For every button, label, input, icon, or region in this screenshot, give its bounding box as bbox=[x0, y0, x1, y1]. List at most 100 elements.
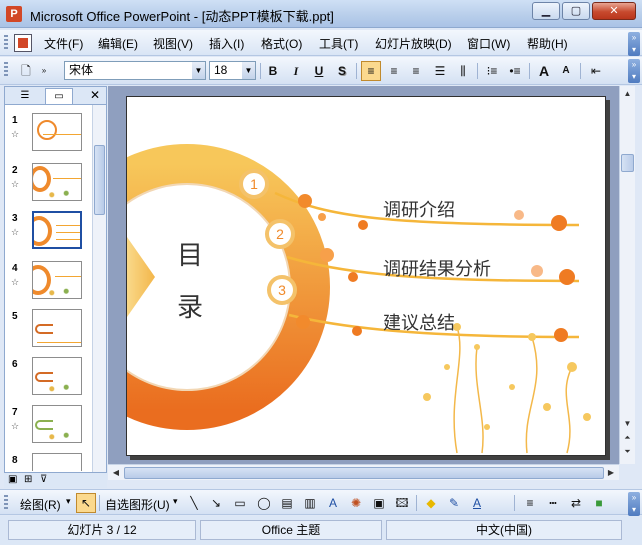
slide-thumbnail-row[interactable]: 2 ☆ bbox=[5, 163, 91, 209]
slide-thumbnail[interactable] bbox=[32, 261, 82, 299]
toolbar-options-icon[interactable]: » ▾ bbox=[628, 492, 640, 516]
vertical-scrollbar[interactable]: ▲ ▼ ⏶ ⏷ bbox=[619, 86, 635, 464]
menu-file[interactable]: 文件(F) bbox=[44, 35, 83, 52]
clipart-icon[interactable]: ▣ bbox=[369, 493, 389, 513]
column-spacing-icon[interactable]: ⫼ bbox=[453, 61, 473, 81]
shrink-font-button[interactable]: A bbox=[556, 61, 576, 81]
grip-handle[interactable] bbox=[4, 35, 8, 51]
chevron-down-icon[interactable]: ▼ bbox=[242, 62, 255, 79]
slide-thumbnail-row[interactable]: 8 bbox=[5, 453, 91, 471]
slide-thumbnail[interactable] bbox=[32, 453, 82, 471]
vertical-textbox-icon[interactable]: ▥ bbox=[300, 493, 320, 513]
menu-edit[interactable]: 编辑(E) bbox=[98, 35, 138, 52]
align-left-icon[interactable]: ≡ bbox=[361, 61, 381, 81]
dash-style-icon[interactable]: ┅ bbox=[543, 493, 563, 513]
textbox-tool-icon[interactable]: ▤ bbox=[277, 493, 297, 513]
menu-insert[interactable]: 插入(I) bbox=[209, 35, 244, 52]
slide-thumbnail-selected[interactable] bbox=[32, 211, 82, 249]
select-pointer-icon[interactable]: ↖ bbox=[76, 493, 96, 513]
slide-thumbnail[interactable] bbox=[32, 309, 82, 347]
slide-thumbnail[interactable] bbox=[32, 357, 82, 395]
line-style-icon[interactable]: ≡ bbox=[520, 493, 540, 513]
line-color-icon[interactable]: ✎ bbox=[444, 493, 464, 513]
slide-canvas[interactable]: 目 录 1 2 3 调研介绍 调研结果分析 建议总结 bbox=[126, 96, 606, 456]
menu-window[interactable]: 窗口(W) bbox=[467, 35, 510, 52]
scroll-right-icon[interactable]: ▶ bbox=[605, 466, 617, 480]
slide-thumbnail[interactable] bbox=[32, 113, 82, 151]
font-name-value: 宋体 bbox=[69, 63, 94, 77]
scroll-left-icon[interactable]: ◀ bbox=[110, 466, 122, 480]
font-name-select[interactable]: 宋体 ▼ bbox=[64, 61, 206, 80]
grip-handle[interactable] bbox=[4, 62, 8, 78]
previous-slide-icon[interactable]: ⏶ bbox=[621, 432, 634, 444]
decrease-indent-icon[interactable]: ⇤ bbox=[586, 61, 606, 81]
bulleted-list-icon[interactable]: •≡ bbox=[505, 61, 525, 81]
align-right-icon[interactable]: ≡ bbox=[406, 61, 426, 81]
shadow-style-icon[interactable]: ■ bbox=[589, 493, 609, 513]
distributed-align-icon[interactable]: ☰ bbox=[430, 61, 450, 81]
slide-thumbnail-row[interactable]: 6 bbox=[5, 357, 91, 403]
bold-button[interactable]: B bbox=[263, 61, 283, 81]
toolbar-options-icon[interactable]: » ▾ bbox=[628, 32, 640, 56]
maximize-button[interactable]: ▢ bbox=[562, 2, 590, 20]
autoshapes-button[interactable]: 自选图形(U) bbox=[105, 496, 170, 513]
rectangle-tool-icon[interactable]: ▭ bbox=[230, 493, 250, 513]
powerpoint-icon[interactable]: P bbox=[6, 6, 22, 22]
next-slide-icon[interactable]: ⏷ bbox=[621, 446, 634, 458]
normal-view-icon[interactable]: ▣ bbox=[8, 474, 17, 485]
panel-scrollbar[interactable] bbox=[92, 105, 106, 487]
slide-thumbnail-row[interactable]: 4 ☆ bbox=[5, 261, 91, 307]
menu-tools[interactable]: 工具(T) bbox=[319, 35, 358, 52]
font-color-icon[interactable]: A bbox=[467, 493, 487, 513]
grow-font-button[interactable]: A bbox=[534, 61, 554, 81]
fill-color-icon[interactable]: ◆ bbox=[421, 493, 441, 513]
slide-editing-area: 目 录 1 2 3 调研介绍 调研结果分析 建议总结 bbox=[108, 86, 619, 464]
slideshow-icon[interactable]: ⊽ bbox=[40, 474, 47, 485]
slide-thumbnail-row[interactable]: 1 ☆ bbox=[5, 113, 91, 159]
arrow-style-icon[interactable]: ⇄ bbox=[566, 493, 586, 513]
scroll-thumb[interactable] bbox=[621, 154, 634, 172]
tab-slides[interactable]: ▭ bbox=[45, 88, 73, 104]
italic-button[interactable]: I bbox=[286, 61, 306, 81]
line-tool-icon[interactable]: ╲ bbox=[184, 493, 204, 513]
wordart-icon[interactable]: A bbox=[323, 493, 343, 513]
slide-thumbnail-row[interactable]: 5 bbox=[5, 309, 91, 355]
font-size-select[interactable]: 18 ▼ bbox=[209, 61, 256, 80]
minimize-button[interactable]: ▁ bbox=[532, 2, 560, 20]
scroll-thumb[interactable] bbox=[94, 145, 105, 215]
horizontal-scrollbar[interactable]: ◀ ▶ bbox=[108, 464, 619, 480]
chevron-more-icon[interactable]: » bbox=[38, 61, 50, 81]
scroll-up-icon[interactable]: ▲ bbox=[621, 86, 634, 101]
align-center-icon[interactable]: ≡ bbox=[384, 61, 404, 81]
slide-thumbnail[interactable] bbox=[32, 405, 82, 443]
menu-slideshow[interactable]: 幻灯片放映(D) bbox=[375, 35, 452, 52]
draw-menu-button[interactable]: 绘图(R) bbox=[20, 496, 61, 513]
diagram-icon[interactable]: ✺ bbox=[346, 493, 366, 513]
chevron-down-icon[interactable]: ▾ bbox=[66, 496, 71, 507]
close-button[interactable]: ✕ bbox=[592, 2, 636, 20]
grip-handle[interactable] bbox=[4, 495, 8, 511]
chevron-down-icon[interactable]: ▾ bbox=[173, 496, 178, 507]
menu-format[interactable]: 格式(O) bbox=[261, 35, 302, 52]
numbered-list-icon[interactable]: ⁝≡ bbox=[482, 61, 502, 81]
slide-thumbnail-row[interactable]: 3 ☆ bbox=[5, 211, 91, 257]
underline-button[interactable]: U bbox=[309, 61, 329, 81]
arrow-tool-icon[interactable]: ↘ bbox=[206, 493, 226, 513]
toc-item-label: 调研结果分析 bbox=[383, 259, 491, 279]
menu-help[interactable]: 帮助(H) bbox=[527, 35, 568, 52]
oval-tool-icon[interactable]: ◯ bbox=[254, 493, 274, 513]
slide-sorter-icon[interactable]: ⊞ bbox=[24, 474, 32, 485]
new-document-icon[interactable]: 🗋 bbox=[16, 61, 36, 81]
slide-thumbnail[interactable] bbox=[32, 163, 82, 201]
document-icon[interactable] bbox=[14, 34, 32, 52]
picture-icon[interactable]: 🖾 bbox=[392, 493, 412, 513]
close-icon[interactable]: ✕ bbox=[90, 88, 100, 102]
toolbar-options-icon[interactable]: » ▾ bbox=[628, 59, 640, 83]
menu-view[interactable]: 视图(V) bbox=[153, 35, 193, 52]
chevron-down-icon[interactable]: ▼ bbox=[192, 62, 205, 79]
slide-thumbnail-row[interactable]: 7 ☆ bbox=[5, 405, 91, 451]
tab-outline[interactable]: ☰ bbox=[11, 88, 39, 104]
scroll-down-icon[interactable]: ▼ bbox=[621, 416, 634, 431]
shadow-button[interactable]: S bbox=[332, 61, 352, 81]
scroll-thumb[interactable] bbox=[124, 467, 604, 479]
